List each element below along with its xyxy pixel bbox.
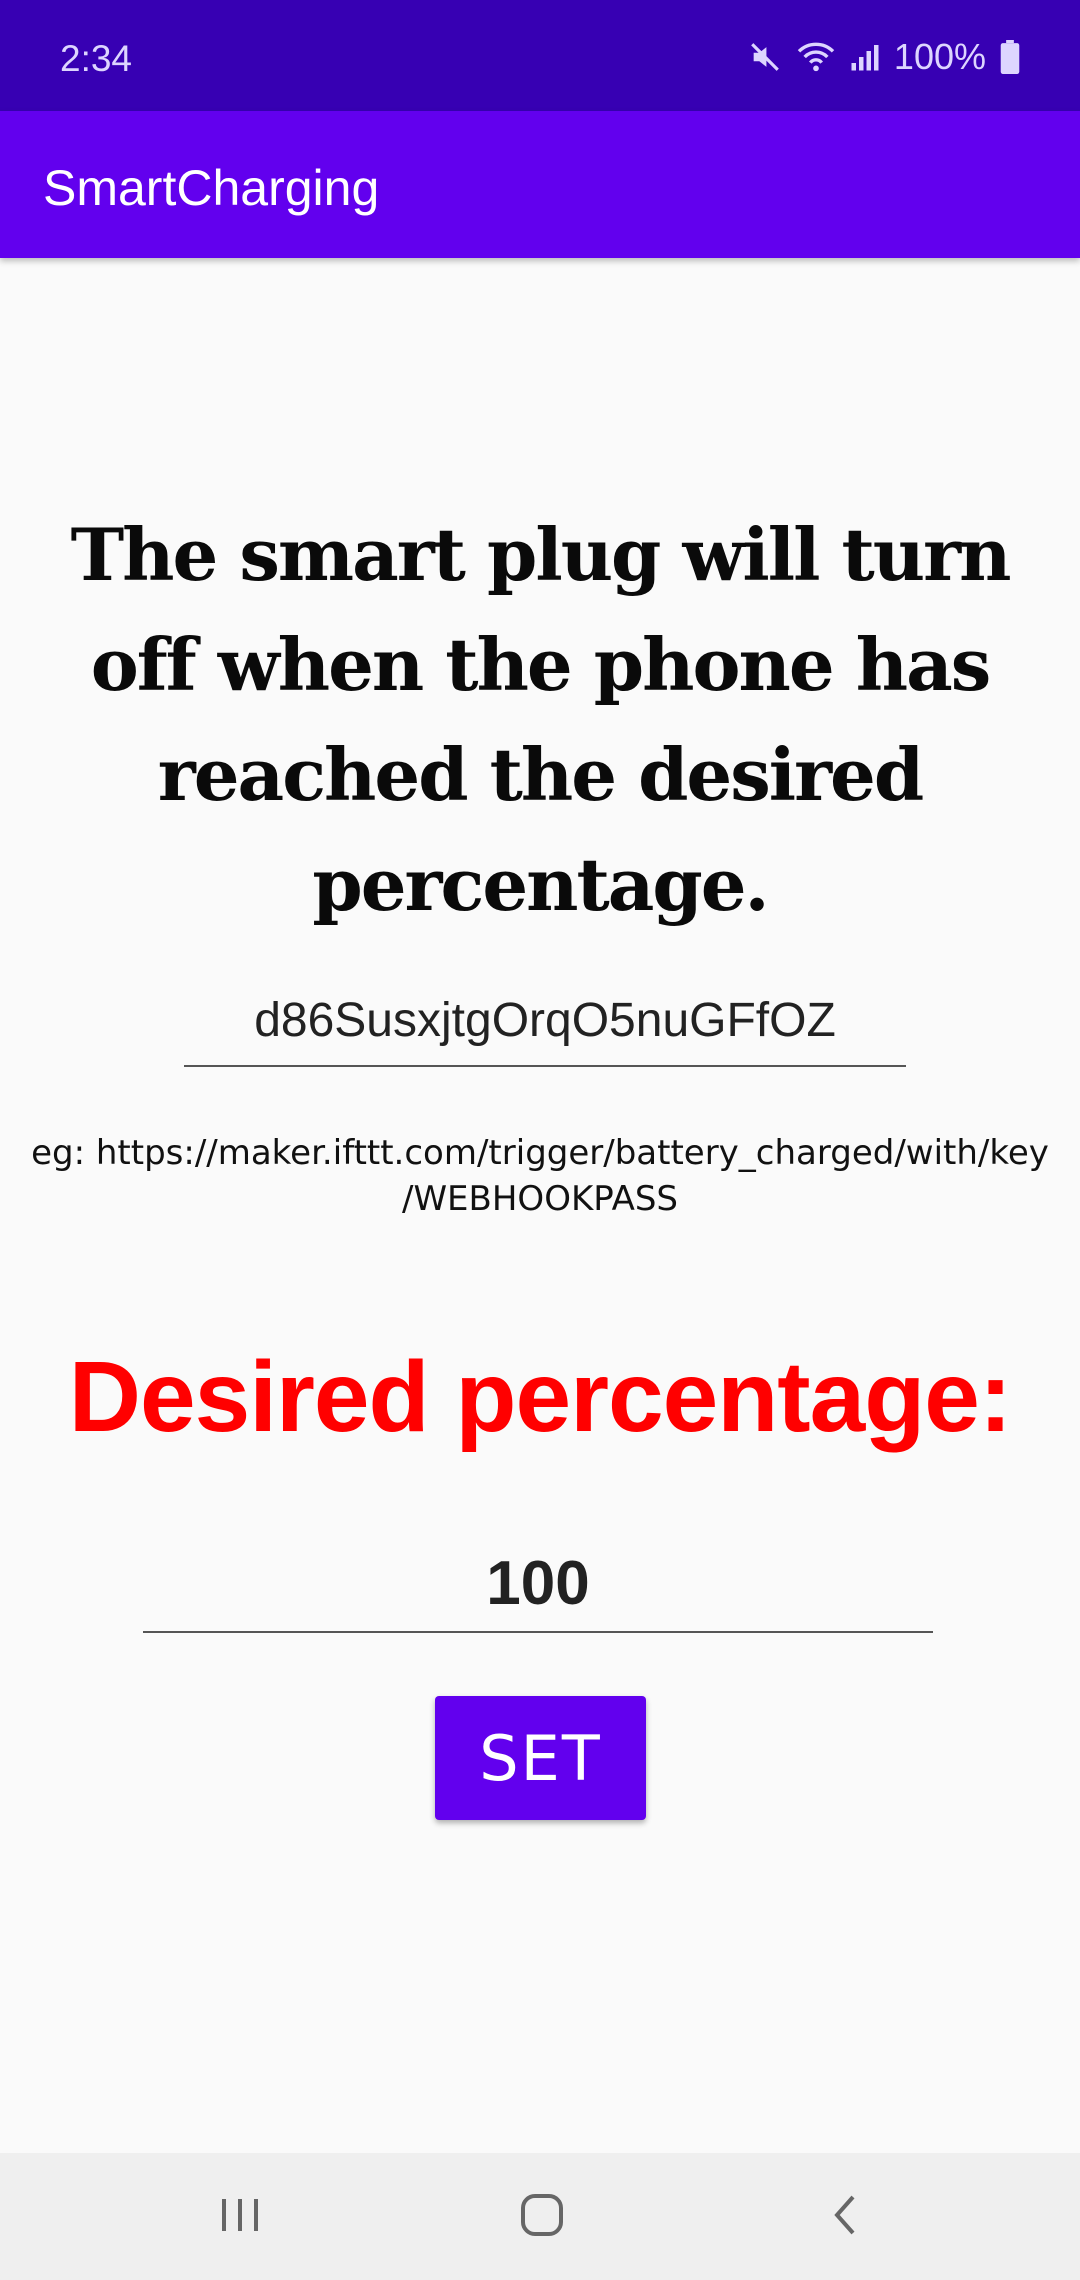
signal-icon (850, 42, 880, 72)
webhook-key-field[interactable] (184, 975, 906, 1067)
screen: 2:34 100% SmartCharging The smart plug w… (0, 0, 1080, 2280)
status-time: 2:34 (60, 38, 133, 79)
app-title: SmartCharging (43, 160, 380, 216)
back-button[interactable] (745, 2153, 945, 2280)
recents-icon (218, 2195, 262, 2238)
app-bar: SmartCharging (0, 111, 1080, 258)
mute-icon (748, 40, 782, 74)
hint-text: eg: https://maker.ifttt.com/trigger/batt… (10, 1130, 1070, 1222)
home-button[interactable] (442, 2153, 642, 2280)
status-bar: 2:34 100% (0, 0, 1080, 111)
status-icons: 100% (748, 36, 1020, 78)
hint-line-2: /WEBHOOKPASS (401, 1179, 679, 1219)
set-button[interactable]: SET (435, 1696, 646, 1820)
percentage-field[interactable] (143, 1535, 933, 1633)
wifi-icon (796, 40, 836, 74)
navigation-bar (0, 2153, 1080, 2280)
hint-line-1: eg: https://maker.ifttt.com/trigger/batt… (31, 1133, 1049, 1173)
headline: The smart plug will turn off when the ph… (70, 512, 1012, 927)
desired-percentage-label: Desired percentage: (68, 1341, 1012, 1453)
back-icon (829, 2193, 861, 2240)
battery-icon (1000, 40, 1020, 74)
home-icon (518, 2191, 566, 2242)
battery-percent: 100% (893, 36, 986, 77)
recents-button[interactable] (140, 2153, 340, 2280)
